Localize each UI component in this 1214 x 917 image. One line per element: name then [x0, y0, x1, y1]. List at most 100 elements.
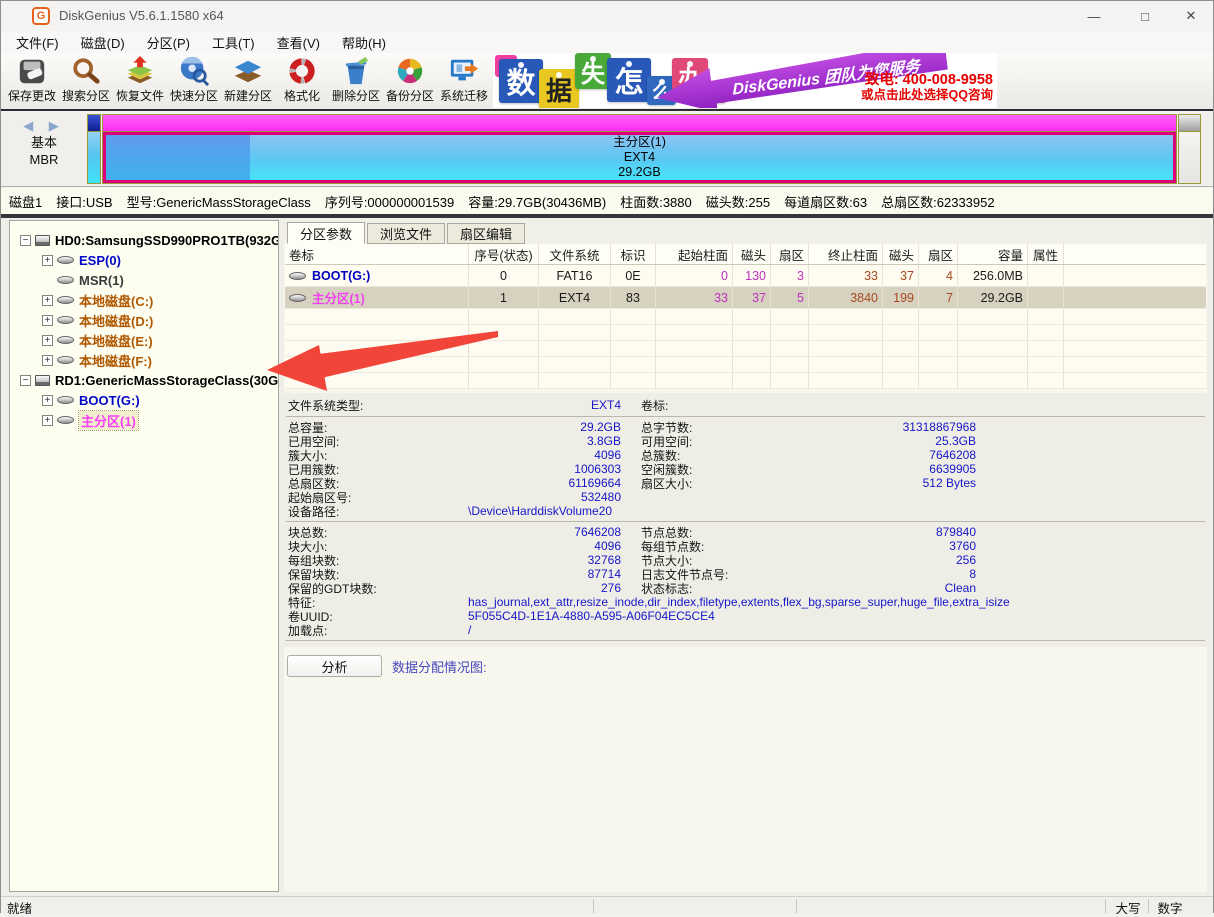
table-empty-row[interactable] [285, 309, 1206, 325]
partition-bar-free[interactable] [1179, 115, 1200, 183]
column-header-终止柱面[interactable]: 终止柱面 [809, 244, 883, 264]
tree-item-RD1:GenericMassStorageClass(30GB)[interactable]: −RD1:GenericMassStorageClass(30GB) [20, 370, 279, 390]
partition-bar-primary[interactable]: 主分区(1) EXT4 29.2GB [103, 115, 1176, 183]
tree-item-主分区(1)[interactable]: +主分区(1) [42, 410, 138, 430]
column-header-序号(状态)[interactable]: 序号(状态) [469, 244, 539, 264]
disk-info-segment: 容量:29.7GB(30436MB) [468, 192, 606, 211]
cell-磁头: 37 [883, 265, 919, 286]
toolbar-button-备份分区[interactable]: 备份分区 [383, 54, 437, 108]
detail-value: 8 [791, 567, 976, 581]
detail-row: 加载点:/ [284, 623, 1207, 637]
detail-value: 3.8GB [468, 434, 621, 448]
main-area: −HD0:SamsungSSD990PRO1TB(932GB)+ESP(0)MS… [1, 218, 1213, 896]
minimize-button[interactable]: — [1071, 1, 1117, 31]
expand-icon[interactable]: + [42, 415, 53, 426]
toolbar-button-删除分区[interactable]: 删除分区 [329, 54, 383, 108]
maximize-button[interactable]: □ [1122, 1, 1168, 31]
disk-prev-next-arrows-icon[interactable]: ◀ ▶ [1, 118, 87, 134]
empty-cell [958, 341, 1028, 356]
disk-scheme-label: MBR [1, 151, 87, 168]
cell-文件系统: FAT16 [539, 265, 611, 286]
volume-cell: BOOT(G:) [285, 265, 469, 286]
empty-cell [733, 357, 771, 372]
tree-item-本地磁盘(E:)[interactable]: +本地磁盘(E:) [42, 330, 153, 350]
menu-item-查看(V)[interactable]: 查看(V) [270, 31, 327, 54]
table-row-主分区(1)[interactable]: 主分区(1)1EXT483333753840199729.2GB [285, 287, 1206, 309]
detail-value: has_journal,ext_attr,resize_inode,dir_in… [468, 595, 1010, 609]
partition-bar-boot[interactable] [88, 115, 100, 183]
tree-item-HD0:SamsungSSD990PRO1TB(932GB)[interactable]: −HD0:SamsungSSD990PRO1TB(932GB) [20, 230, 279, 250]
partition-bar-free-strip [1179, 115, 1200, 131]
column-header-扇区[interactable]: 扇区 [771, 244, 809, 264]
menu-item-帮助(H)[interactable]: 帮助(H) [335, 31, 393, 54]
expand-icon[interactable]: + [42, 295, 53, 306]
ad-contact[interactable]: 致电: 400-008-9958 或点击此处选择QQ咨询 [845, 73, 993, 103]
tabs-bar: 分区参数浏览文件扇区编辑 [284, 218, 1207, 244]
menu-item-文件(F)[interactable]: 文件(F) [9, 31, 66, 54]
tab-浏览文件[interactable]: 浏览文件 [367, 223, 445, 244]
column-header-标识[interactable]: 标识 [611, 244, 656, 264]
column-header-起始柱面[interactable]: 起始柱面 [656, 244, 733, 264]
expand-icon[interactable]: + [42, 335, 53, 346]
cell-标识: 83 [611, 287, 656, 308]
menu-item-工具(T)[interactable]: 工具(T) [205, 31, 262, 54]
cell-扇区: 7 [919, 287, 958, 308]
tree-item-MSR(1)[interactable]: MSR(1) [42, 270, 124, 290]
partition-bar-primary-strip [103, 115, 1176, 131]
empty-cell-filler [1064, 357, 1206, 372]
toolbar-button-快速分区[interactable]: 快速分区 [167, 54, 221, 108]
toolbar-button-搜索分区[interactable]: 搜索分区 [59, 54, 113, 108]
toolbar-button-保存更改[interactable]: 保存更改 [5, 54, 59, 108]
tree-item-本地磁盘(C:)[interactable]: +本地磁盘(C:) [42, 290, 153, 310]
partition-icon [289, 294, 306, 302]
cell-序号(状态): 0 [469, 265, 539, 286]
table-empty-row[interactable] [285, 357, 1206, 373]
tree-item-本地磁盘(F:)[interactable]: +本地磁盘(F:) [42, 350, 152, 370]
detail-value: 6639905 [791, 462, 976, 476]
close-button[interactable]: ✕ [1168, 1, 1214, 31]
column-header-文件系统[interactable]: 文件系统 [539, 244, 611, 264]
expand-icon[interactable]: + [42, 395, 53, 406]
expand-icon[interactable]: + [42, 315, 53, 326]
partition-size: 29.2GB [618, 165, 660, 180]
column-header-扇区[interactable]: 扇区 [919, 244, 958, 264]
tab-扇区编辑[interactable]: 扇区编辑 [447, 223, 525, 244]
partition-bar-boot-body [88, 132, 100, 183]
toolbar-button-系统迁移[interactable]: 系统迁移 [437, 54, 491, 108]
diskgenius-window: G DiskGenius V5.6.1.1580 x64 — □ ✕ 文件(F)… [0, 0, 1214, 913]
toolbar-button-label: 快速分区 [170, 87, 218, 104]
tab-分区参数[interactable]: 分区参数 [287, 222, 365, 244]
cell-序号(状态): 1 [469, 287, 539, 308]
ad-tile: 怎 [607, 58, 651, 102]
disk-icon [35, 375, 50, 386]
quick-partition-icon [179, 56, 209, 86]
ad-qq-link[interactable]: 或点击此处选择QQ咨询 [845, 88, 993, 103]
toolbar-button-格式化[interactable]: 格式化 [275, 54, 329, 108]
column-header-容量[interactable]: 容量 [958, 244, 1028, 264]
collapse-icon[interactable]: − [20, 235, 31, 246]
detail-label: 文件系统类型: [288, 397, 468, 414]
table-empty-row[interactable] [285, 373, 1206, 389]
partition-icon [57, 296, 74, 304]
tree-item-ESP(0)[interactable]: +ESP(0) [42, 250, 121, 270]
column-header-属性[interactable]: 属性 [1028, 244, 1064, 264]
cell-扇区: 4 [919, 265, 958, 286]
column-header-卷标[interactable]: 卷标 [285, 244, 469, 264]
column-header-磁头[interactable]: 磁头 [883, 244, 919, 264]
table-row-BOOT(G:)[interactable]: BOOT(G:)0FAT160E0130333374256.0MB [285, 265, 1206, 287]
collapse-icon[interactable]: − [20, 375, 31, 386]
table-empty-row[interactable] [285, 325, 1206, 341]
column-header-磁头[interactable]: 磁头 [733, 244, 771, 264]
expand-icon[interactable]: + [42, 255, 53, 266]
toolbar-button-新建分区[interactable]: 新建分区 [221, 54, 275, 108]
menu-item-分区(P)[interactable]: 分区(P) [140, 31, 197, 54]
table-empty-row[interactable] [285, 341, 1206, 357]
menu-item-磁盘(D)[interactable]: 磁盘(D) [74, 31, 132, 54]
ad-banner[interactable]: 数据失怎么办! DiskGenius 团队为您服务 致电: 400-008-99… [493, 53, 997, 108]
tree-item-BOOT(G:)[interactable]: +BOOT(G:) [42, 390, 140, 410]
volume-cell: 主分区(1) [285, 287, 469, 308]
analyze-button[interactable]: 分析 [287, 655, 382, 677]
toolbar-button-恢复文件[interactable]: 恢复文件 [113, 54, 167, 108]
expand-icon[interactable]: + [42, 355, 53, 366]
tree-item-本地磁盘(D:)[interactable]: +本地磁盘(D:) [42, 310, 153, 330]
